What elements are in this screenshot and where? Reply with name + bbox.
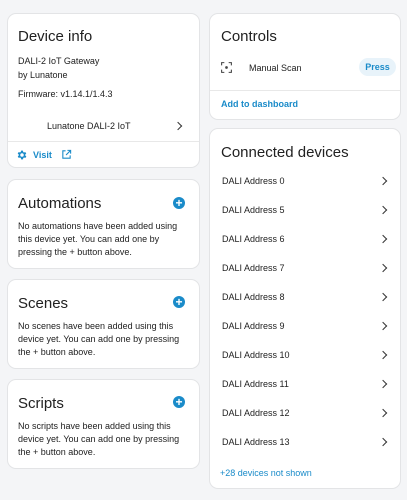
device-info-card: Device info DALI-2 IoT Gateway by Lunato…: [7, 13, 200, 168]
scripts-empty-text: No scripts have been added using this de…: [18, 421, 180, 457]
automations-title: Automations: [18, 195, 102, 212]
chevron-right-icon: [378, 176, 388, 186]
connected-devices-card: Connected devices DALI Address 0 DALI Ad…: [209, 128, 401, 489]
chevron-right-icon: [378, 437, 388, 447]
chevron-right-icon: [378, 205, 388, 215]
list-item[interactable]: DALI Address 7: [210, 254, 400, 283]
device-firmware: Firmware: v1.14.1/1.4.3: [18, 89, 113, 99]
device-label: DALI Address 6: [222, 234, 285, 244]
device-label: DALI Address 11: [222, 379, 289, 389]
add-to-dashboard-link[interactable]: Add to dashboard: [221, 99, 298, 109]
visit-label: Visit: [33, 150, 52, 160]
list-item[interactable]: DALI Address 11: [210, 370, 400, 399]
scan-icon: [221, 62, 232, 73]
list-item[interactable]: DALI Address 0: [210, 167, 400, 196]
device-model: DALI-2 IoT Gateway: [18, 56, 100, 66]
chevron-right-icon: [378, 321, 388, 331]
scripts-title: Scripts: [18, 395, 64, 412]
device-manufacturer: by Lunatone: [18, 70, 68, 80]
device-label: DALI Address 0: [222, 176, 285, 186]
chevron-right-icon: [378, 234, 388, 244]
list-item[interactable]: DALI Address 5: [210, 196, 400, 225]
chevron-right-icon: [378, 263, 388, 273]
open-in-new-icon: [62, 149, 72, 159]
device-entry-label: Lunatone DALI-2 IoT: [47, 121, 131, 131]
scripts-card: Scripts + No scripts have been added usi…: [7, 379, 200, 469]
device-entry-row[interactable]: Lunatone DALI-2 IoT: [8, 114, 199, 138]
list-item[interactable]: DALI Address 9: [210, 312, 400, 341]
press-label: Press: [365, 62, 390, 72]
list-item[interactable]: DALI Address 10: [210, 341, 400, 370]
controls-title: Controls: [221, 28, 277, 45]
manual-scan-label: Manual Scan: [249, 63, 302, 73]
press-button[interactable]: Press: [359, 58, 396, 76]
device-label: DALI Address 13: [222, 437, 290, 447]
list-item[interactable]: DALI Address 6: [210, 225, 400, 254]
automations-card: Automations + No automations have been a…: [7, 179, 200, 269]
add-scene-button[interactable]: +: [173, 296, 185, 308]
scenes-empty-text: No scenes have been added using this dev…: [18, 321, 180, 357]
list-item[interactable]: DALI Address 13: [210, 428, 400, 457]
device-info-title: Device info: [18, 28, 93, 45]
gear-icon: [17, 150, 27, 160]
connected-devices-title: Connected devices: [221, 144, 349, 161]
chevron-right-icon: [173, 121, 183, 131]
chevron-right-icon: [378, 408, 388, 418]
add-automation-button[interactable]: +: [173, 197, 185, 209]
device-label: DALI Address 10: [222, 350, 290, 360]
device-label: DALI Address 5: [222, 205, 285, 215]
device-label: DALI Address 7: [222, 263, 285, 273]
device-label: DALI Address 12: [222, 408, 290, 418]
list-item[interactable]: DALI Address 12: [210, 399, 400, 428]
more-devices-link[interactable]: +28 devices not shown: [220, 468, 312, 478]
chevron-right-icon: [378, 292, 388, 302]
device-label: DALI Address 9: [222, 321, 285, 331]
controls-card: Controls Manual Scan Press Add to dashbo…: [209, 13, 401, 120]
scenes-card: Scenes + No scenes have been added using…: [7, 279, 200, 369]
scenes-title: Scenes: [18, 295, 69, 312]
automations-empty-text: No automations have been added using thi…: [18, 221, 178, 257]
chevron-right-icon: [378, 379, 388, 389]
visit-link[interactable]: Visit: [16, 148, 86, 162]
device-label: DALI Address 8: [222, 292, 285, 302]
add-script-button[interactable]: +: [173, 396, 185, 408]
chevron-right-icon: [378, 350, 388, 360]
list-item[interactable]: DALI Address 8: [210, 283, 400, 312]
